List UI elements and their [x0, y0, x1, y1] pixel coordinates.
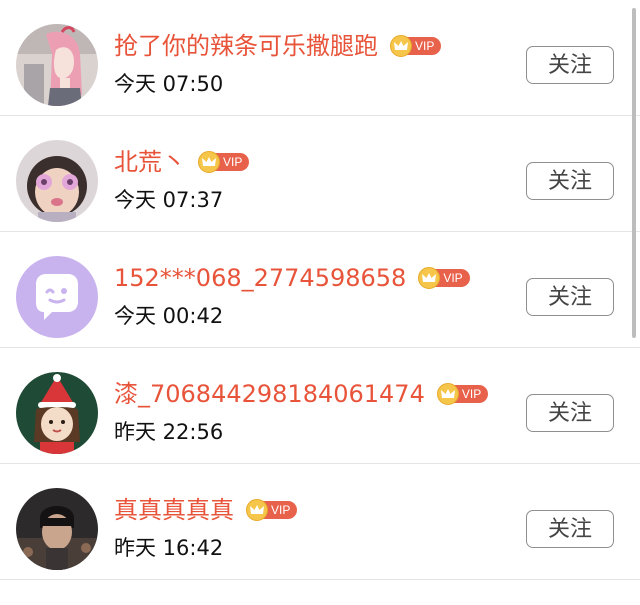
- vip-badge: VIP: [198, 151, 250, 173]
- list-item[interactable]: 抢了你的辣条可乐撒腿跑 VIP 今天 07:50 关注: [0, 0, 640, 116]
- follow-button[interactable]: 关注: [526, 394, 614, 432]
- crown-icon: [198, 151, 220, 173]
- list-item[interactable]: 北荒丶 VIP 今天 07:37 关注: [0, 116, 640, 232]
- follow-button[interactable]: 关注: [526, 278, 614, 316]
- follow-time: 今天 07:37: [114, 188, 224, 212]
- user-name[interactable]: 真真真真真: [114, 490, 234, 530]
- scrollbar[interactable]: [632, 8, 636, 338]
- crown-icon: [418, 267, 441, 289]
- follow-button[interactable]: 关注: [526, 510, 614, 548]
- follow-time: 昨天 16:42: [114, 536, 224, 560]
- follow-time: 今天 07:50: [114, 72, 224, 96]
- user-name[interactable]: 152***068_2774598658: [114, 258, 406, 298]
- list-item[interactable]: 真真真真真 VIP 昨天 16:42 关注: [0, 464, 640, 580]
- avatar[interactable]: [16, 488, 98, 570]
- follower-list: 抢了你的辣条可乐撒腿跑 VIP 今天 07:50 关注 北荒丶 VIP 今天 0…: [0, 0, 640, 605]
- follow-time: 昨天 22:56: [114, 420, 224, 444]
- avatar[interactable]: [16, 372, 98, 454]
- anime-girl-avatar-icon: [16, 24, 98, 106]
- user-name[interactable]: 漆_706844298184061474: [114, 374, 425, 414]
- list-item[interactable]: 漆_706844298184061474 VIP 昨天 22:56 关注: [0, 348, 640, 464]
- christmas-girl-avatar-icon: [16, 372, 98, 454]
- crown-icon: [390, 35, 412, 57]
- vip-badge: VIP: [436, 383, 489, 405]
- follow-button[interactable]: 关注: [526, 162, 614, 200]
- avatar[interactable]: [16, 256, 98, 338]
- avatar[interactable]: [16, 24, 98, 106]
- follow-time: 今天 00:42: [114, 304, 224, 328]
- chat-bubble-avatar-icon: [16, 256, 98, 338]
- crown-icon: [246, 499, 268, 521]
- vip-badge: VIP: [418, 267, 470, 289]
- boy-photo-avatar-icon: [16, 488, 98, 570]
- user-name[interactable]: 北荒丶: [114, 142, 186, 182]
- vip-badge: VIP: [390, 35, 442, 57]
- vip-badge: VIP: [246, 499, 298, 521]
- follow-button[interactable]: 关注: [526, 46, 614, 84]
- avatar[interactable]: [16, 140, 98, 222]
- list-item[interactable]: 152***068_2774598658 VIP 今天 00:42 关注: [0, 232, 640, 348]
- user-name[interactable]: 抢了你的辣条可乐撒腿跑: [114, 26, 378, 66]
- crown-icon: [436, 383, 459, 405]
- child-photo-avatar-icon: [16, 140, 98, 222]
